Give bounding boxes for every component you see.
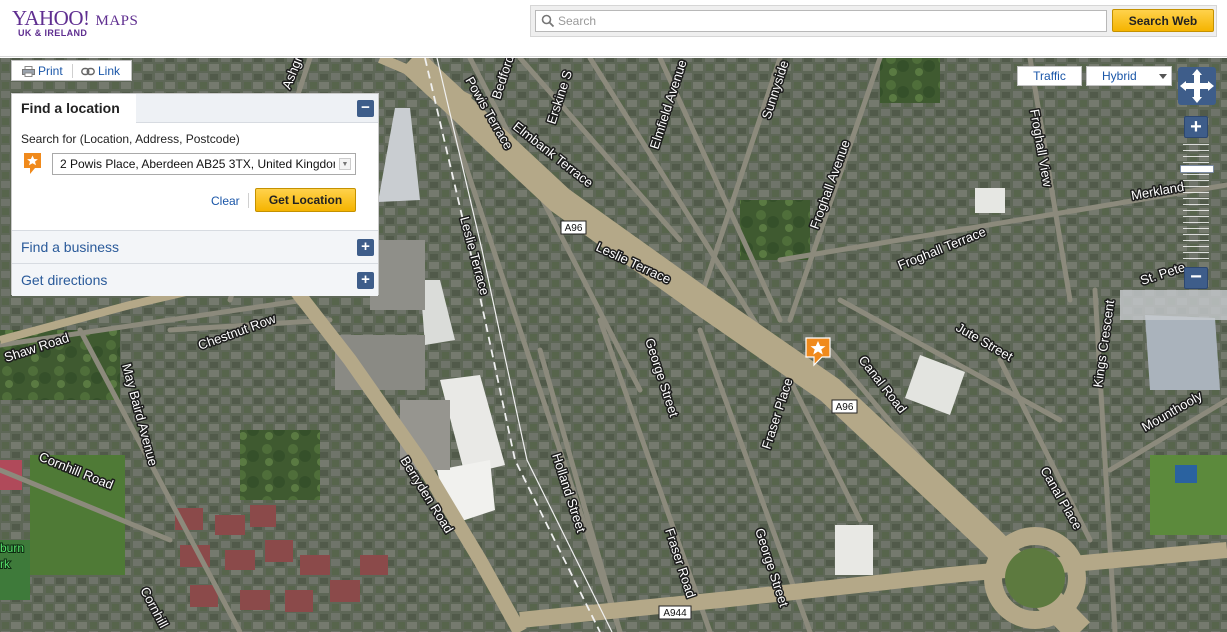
park-label: burn <box>0 541 24 555</box>
zoom-tick <box>1183 156 1209 157</box>
svg-text:A96: A96 <box>565 223 583 234</box>
get-location-button[interactable]: Get Location <box>255 188 356 212</box>
road-shield-a96-2: A96 <box>831 399 858 414</box>
logo-region: UK & IRELAND <box>18 28 88 38</box>
chevron-down-icon <box>1159 74 1167 79</box>
zoom-tick <box>1183 174 1209 175</box>
road-shield-a944: A944 <box>658 605 692 620</box>
logo-product: MAPS <box>95 13 139 29</box>
yahoo-maps-logo[interactable]: YAHOO! MAPS UK & IRELAND <box>12 6 139 38</box>
find-location-title[interactable]: Find a location <box>12 94 136 123</box>
zoom-out-button[interactable]: − <box>1184 267 1208 289</box>
find-location-header: Find a location − <box>12 94 378 123</box>
zoom-tick <box>1183 204 1209 205</box>
web-search-bar: Search Web <box>530 5 1217 37</box>
find-business-section[interactable]: Find a business + <box>12 230 378 263</box>
map-type-select[interactable]: Hybrid <box>1086 66 1172 86</box>
minus-icon: − <box>1190 266 1202 288</box>
pan-arrows-icon <box>1180 69 1214 103</box>
plus-icon: + <box>1190 116 1202 138</box>
search-panel: Find a location − Search for (Location, … <box>11 93 379 296</box>
web-search-input[interactable] <box>558 11 1103 31</box>
zoom-tick <box>1183 246 1209 247</box>
minus-icon[interactable]: − <box>357 100 374 117</box>
link-button[interactable]: Link <box>81 64 120 78</box>
location-field: ▼ <box>52 153 356 175</box>
logo-wordmark: YAHOO! <box>12 6 90 30</box>
header: YAHOO! MAPS UK & IRELAND Search Web <box>0 0 1227 57</box>
search-web-button[interactable]: Search Web <box>1112 9 1214 32</box>
location-marker-icon <box>24 153 41 174</box>
location-input[interactable] <box>53 154 335 174</box>
zoom-slider-handle[interactable] <box>1180 165 1214 173</box>
get-directions-section[interactable]: Get directions + <box>12 263 378 296</box>
zoom-tick <box>1183 192 1209 193</box>
printer-icon <box>22 65 35 77</box>
chevron-down-icon[interactable]: ▼ <box>339 158 351 170</box>
svg-text:A944: A944 <box>663 608 687 619</box>
zoom-tick <box>1183 258 1209 259</box>
web-search-field <box>535 10 1107 32</box>
zoom-tick <box>1183 180 1209 181</box>
clear-divider <box>248 193 249 208</box>
zoom-tick <box>1183 222 1209 223</box>
toolbar-divider <box>72 64 73 78</box>
svg-text:A96: A96 <box>836 402 854 413</box>
link-icon <box>81 67 95 75</box>
traffic-button[interactable]: Traffic <box>1017 66 1082 86</box>
get-directions-title: Get directions <box>21 272 108 288</box>
zoom-tick <box>1183 186 1209 187</box>
find-business-title: Find a business <box>21 239 120 255</box>
zoom-tick <box>1183 144 1209 145</box>
zoom-tick <box>1183 210 1209 211</box>
zoom-tick <box>1183 162 1209 163</box>
zoom-tick <box>1183 252 1209 253</box>
zoom-in-button[interactable]: + <box>1184 116 1208 138</box>
print-label: Print <box>38 64 63 78</box>
location-search-label: Search for (Location, Address, Postcode) <box>21 132 240 146</box>
plus-icon[interactable]: + <box>357 272 374 289</box>
search-icon <box>541 14 555 28</box>
print-button[interactable]: Print <box>22 64 63 78</box>
zoom-tick <box>1183 228 1209 229</box>
road-shield-a96-1: A96 <box>560 220 587 235</box>
zoom-tick <box>1183 216 1209 217</box>
link-label: Link <box>98 64 121 78</box>
zoom-tick <box>1183 240 1209 241</box>
zoom-tick <box>1183 198 1209 199</box>
map-toolbar: Print Link <box>11 60 132 81</box>
zoom-slider-track[interactable] <box>1183 140 1209 265</box>
find-location-header-bar <box>136 94 378 123</box>
map-type-label: Hybrid <box>1102 69 1137 83</box>
zoom-tick <box>1183 150 1209 151</box>
park-label: rk <box>0 557 11 571</box>
zoom-tick <box>1183 234 1209 235</box>
clear-link[interactable]: Clear <box>211 194 240 208</box>
pan-control[interactable] <box>1178 67 1216 105</box>
plus-icon[interactable]: + <box>357 239 374 256</box>
